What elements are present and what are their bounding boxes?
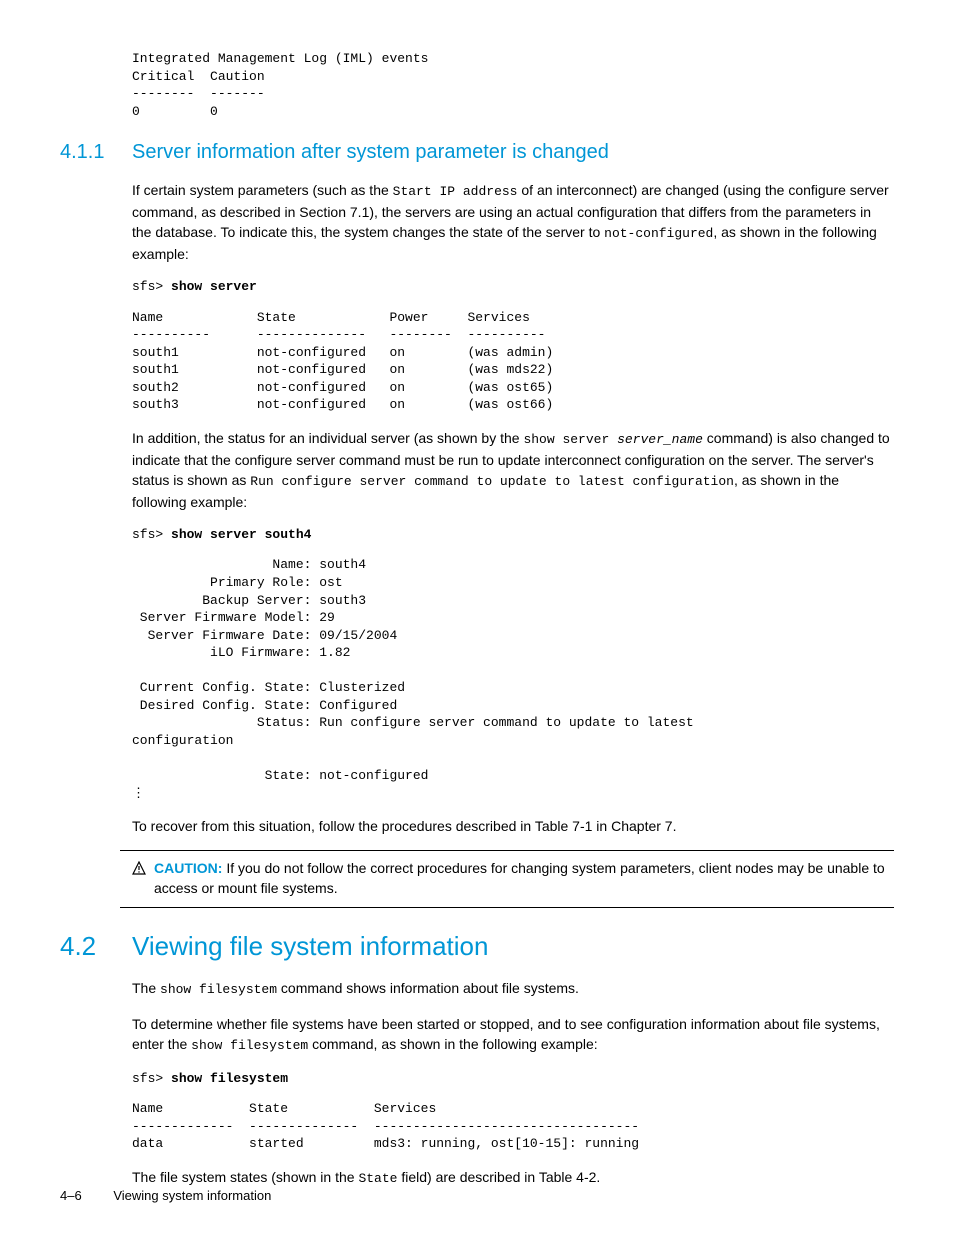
heading-title: Server information after system paramete… (132, 138, 609, 166)
heading-4-2: 4.2 Viewing file system information (60, 928, 894, 964)
paragraph: If certain system parameters (such as th… (132, 180, 894, 264)
command-line: sfs> show filesystem (132, 1070, 894, 1088)
heading-4-1-1: 4.1.1 Server information after system pa… (60, 138, 894, 166)
command-line: sfs> show server south4 (132, 526, 894, 544)
inline-code: State (358, 1171, 397, 1186)
paragraph: To recover from this situation, follow t… (132, 816, 894, 836)
caution-label: CAUTION: (154, 860, 222, 876)
inline-code: not-configured (604, 226, 713, 241)
code-block-server-detail: Name: south4 Primary Role: ost Backup Se… (132, 556, 894, 802)
inline-code: Run configure server command to update t… (250, 474, 734, 489)
paragraph: The file system states (shown in the Sta… (132, 1167, 894, 1189)
paragraph: To determine whether file systems have b… (132, 1014, 894, 1056)
inline-code: show filesystem (191, 1038, 308, 1053)
caution-text: CAUTION: If you do not follow the correc… (154, 859, 894, 898)
paragraph: In addition, the status for an individua… (132, 428, 894, 512)
code-block-iml: Integrated Management Log (IML) events C… (132, 50, 894, 120)
page-footer: 4–6 Viewing system information (60, 1187, 271, 1205)
inline-code-italic: server_name (617, 432, 703, 447)
footer-title: Viewing system information (113, 1188, 271, 1203)
inline-code: show server (523, 432, 617, 447)
code-block-filesystem: Name State Services ------------- ------… (132, 1100, 894, 1153)
page-number: 4–6 (60, 1188, 82, 1203)
caution-icon (132, 861, 146, 881)
paragraph: The show filesystem command shows inform… (132, 978, 894, 1000)
inline-code: Start IP address (393, 184, 518, 199)
heading-title: Viewing file system information (132, 928, 488, 964)
caution-box: CAUTION: If you do not follow the correc… (120, 850, 894, 907)
code-block-server-table: Name State Power Services ---------- ---… (132, 309, 894, 414)
inline-code: show filesystem (160, 982, 277, 997)
command-line: sfs> show server (132, 278, 894, 296)
heading-number: 4.1.1 (60, 138, 132, 166)
heading-number: 4.2 (60, 928, 132, 964)
